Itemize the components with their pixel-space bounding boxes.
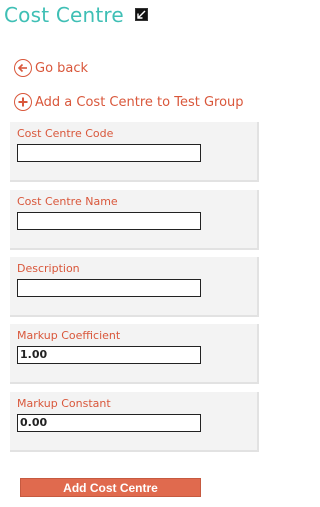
cost-centre-name-input[interactable]	[17, 212, 201, 230]
add-cost-centre-button[interactable]: Add Cost Centre	[20, 478, 201, 497]
go-back-link[interactable]: Go back	[14, 59, 88, 77]
page-header: Cost Centre	[4, 2, 124, 28]
field-label: Markup Coefficient	[17, 329, 121, 342]
field-description: Description	[10, 257, 259, 317]
field-label: Cost Centre Name	[17, 195, 118, 208]
go-back-label: Go back	[35, 60, 89, 76]
field-cost-centre-code: Cost Centre Code	[10, 122, 259, 182]
plus-icon	[14, 93, 32, 111]
markup-coefficient-input[interactable]: 1.00	[17, 346, 201, 364]
field-label: Description	[17, 262, 80, 275]
arrow-left-icon	[14, 59, 32, 77]
field-markup-coefficient: Markup Coefficient 1.00	[10, 324, 259, 384]
field-cost-centre-name: Cost Centre Name	[10, 190, 259, 250]
cost-centre-code-input[interactable]	[17, 144, 201, 162]
field-markup-constant: Markup Constant 0.00	[10, 392, 259, 452]
add-to-test-group-link[interactable]: Add a Cost Centre to Test Group	[14, 93, 244, 111]
popout-arrow-icon[interactable]	[135, 8, 148, 21]
description-input[interactable]	[17, 279, 201, 297]
field-label: Markup Constant	[17, 397, 111, 410]
add-to-test-group-label: Add a Cost Centre to Test Group	[35, 94, 244, 110]
field-label: Cost Centre Code	[17, 127, 114, 140]
page-title: Cost Centre	[4, 3, 124, 27]
markup-constant-input[interactable]: 0.00	[17, 414, 201, 432]
